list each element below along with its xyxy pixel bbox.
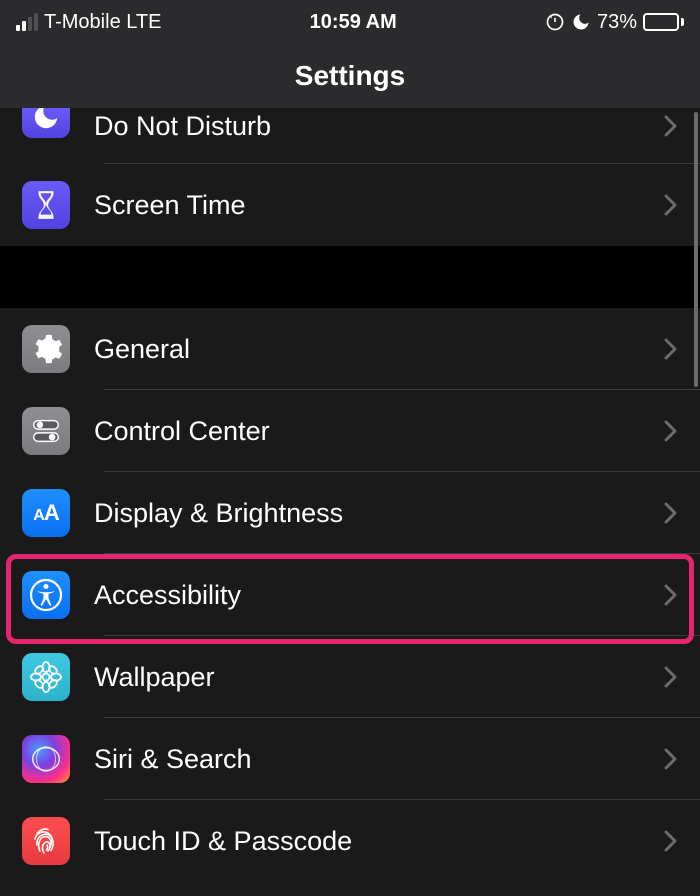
fingerprint-icon (22, 817, 70, 865)
flower-icon (22, 653, 70, 701)
chevron-right-icon (664, 114, 678, 138)
orientation-lock-icon (545, 12, 565, 32)
hourglass-icon (22, 181, 70, 229)
page-title-bar: Settings (0, 44, 700, 108)
row-label: Screen Time (94, 190, 664, 221)
battery-pct-label: 73% (597, 11, 637, 34)
chevron-right-icon (664, 583, 678, 607)
scrollbar[interactable] (694, 112, 698, 387)
chevron-right-icon (664, 337, 678, 361)
row-label: Siri & Search (94, 744, 664, 775)
chevron-right-icon (664, 747, 678, 771)
text-size-icon: AA (22, 489, 70, 537)
status-bar: T-Mobile LTE 10:59 AM 73% (0, 0, 700, 44)
chevron-right-icon (664, 665, 678, 689)
row-label: Touch ID & Passcode (94, 826, 664, 857)
row-label: Control Center (94, 416, 664, 447)
clock-label: 10:59 AM (310, 11, 397, 34)
carrier-label: T-Mobile LTE (44, 11, 161, 34)
settings-row-general[interactable]: General (0, 308, 700, 390)
siri-icon (22, 735, 70, 783)
settings-row-screen-time[interactable]: Screen Time (0, 164, 700, 246)
accessibility-icon (22, 571, 70, 619)
status-left: T-Mobile LTE (16, 11, 161, 34)
settings-row-control-center[interactable]: Control Center (0, 390, 700, 472)
chevron-right-icon (664, 419, 678, 443)
moon-icon (22, 108, 70, 138)
chevron-right-icon (664, 829, 678, 853)
settings-list: Do Not Disturb Screen Time General (0, 108, 700, 882)
do-not-disturb-icon (571, 12, 591, 32)
settings-row-do-not-disturb[interactable]: Do Not Disturb (0, 108, 700, 164)
battery-icon (643, 13, 684, 31)
settings-group: Do Not Disturb Screen Time (0, 108, 700, 246)
settings-group: General Control Center AA Display & Brig… (0, 308, 700, 882)
chevron-right-icon (664, 193, 678, 217)
settings-row-accessibility[interactable]: Accessibility (0, 554, 700, 636)
status-right: 73% (545, 11, 684, 34)
chevron-right-icon (664, 501, 678, 525)
signal-icon (16, 13, 38, 31)
row-label: Do Not Disturb (94, 111, 664, 142)
settings-row-wallpaper[interactable]: Wallpaper (0, 636, 700, 718)
row-label: Accessibility (94, 580, 664, 611)
settings-row-display-brightness[interactable]: AA Display & Brightness (0, 472, 700, 554)
page-title: Settings (295, 60, 405, 92)
switches-icon (22, 407, 70, 455)
row-label: Display & Brightness (94, 498, 664, 529)
group-separator (0, 246, 700, 308)
row-label: Wallpaper (94, 662, 664, 693)
gear-icon (22, 325, 70, 373)
settings-row-touch-id[interactable]: Touch ID & Passcode (0, 800, 700, 882)
settings-row-siri-search[interactable]: Siri & Search (0, 718, 700, 800)
row-label: General (94, 334, 664, 365)
